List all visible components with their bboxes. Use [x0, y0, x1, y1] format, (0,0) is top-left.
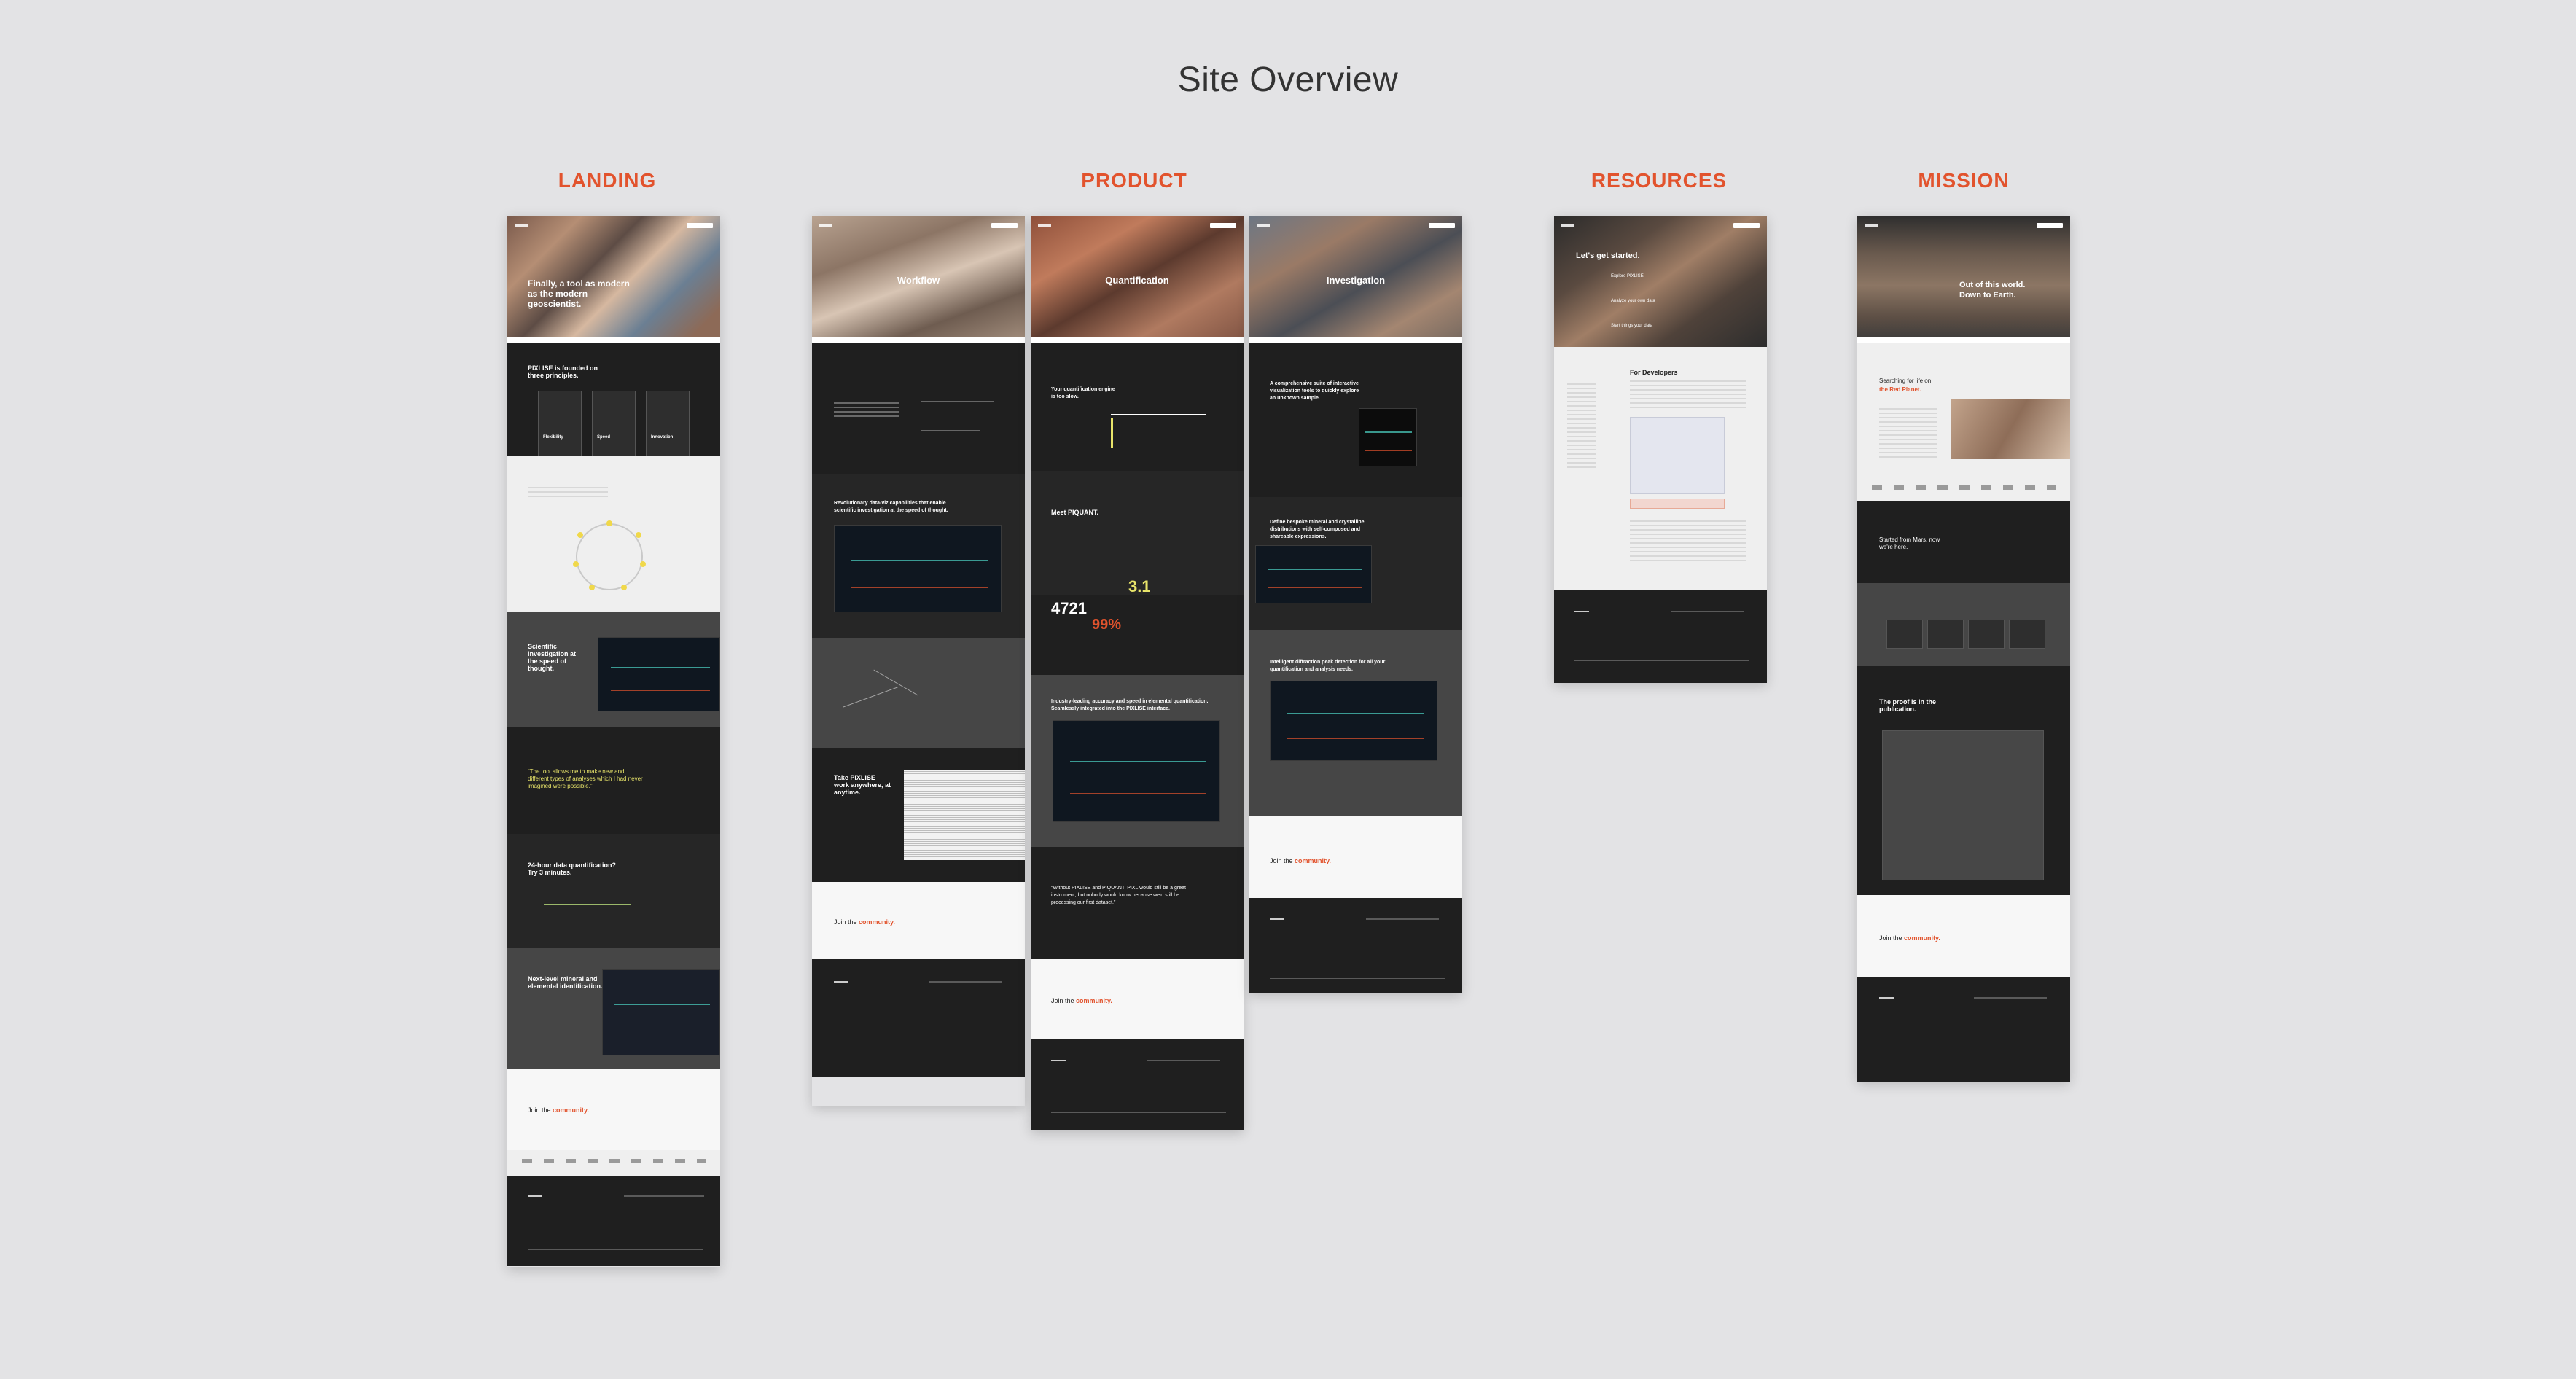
step-item[interactable]: Explore PIXLISE	[1611, 273, 1644, 280]
mission-started-text: Started from Mars, now we're here.	[1879, 536, 1940, 550]
investigation-diffraction-text: Intelligent diffraction peak detection f…	[1270, 660, 1386, 672]
resources-hero-title: Let's get started.	[1576, 251, 1640, 260]
section-label-mission: MISSION	[1918, 169, 2010, 192]
workflow-speed-text: Revolutionary data-viz capabilities that…	[834, 501, 948, 513]
mission-proof-title: The proof is in the publication.	[1879, 698, 1936, 713]
orbit-diagram	[576, 523, 643, 590]
quant-engine-text: Your quantification engine is too slow.	[1051, 387, 1115, 399]
site-footer	[1031, 1039, 1244, 1130]
developers-title: For Developers	[1630, 369, 1678, 376]
page-title: Site Overview	[1177, 60, 1399, 99]
mission-search-highlight: the Red Planet.	[1879, 386, 1921, 393]
site-footer	[812, 959, 1025, 1077]
testimonial-quote: “Without PIXLISE and PIQUANT, PIXL would…	[1051, 886, 1186, 905]
product-quantification-thumbnail[interactable]: Quantification Your quantification engin…	[1031, 216, 1244, 1130]
quant-accuracy-text: Industry-leading accuracy and speed in e…	[1051, 699, 1209, 711]
step-item[interactable]: Start things your data	[1611, 322, 1652, 329]
landing-orbit-section	[507, 456, 720, 612]
nav-bar	[515, 223, 713, 229]
quantification-hero-title: Quantification	[1105, 275, 1169, 286]
meet-piquant: Meet PIQUANT.	[1051, 509, 1099, 516]
workflow-share-text: Take PIXLISE work anywhere, at anytime.	[834, 774, 891, 796]
docs-sidebar	[1567, 383, 1596, 471]
resources-page-thumbnail[interactable]: Let's get started. Explore PIXLISE Analy…	[1554, 216, 1767, 683]
join-community-link[interactable]: community.	[1295, 857, 1331, 864]
publications-grid	[1882, 730, 2044, 880]
investigation-hero-title: Investigation	[1326, 275, 1386, 286]
investigation-define-text: Define bespoke mineral and crystalline d…	[1270, 520, 1365, 539]
landing-identification-section: Next-level mineral and elemental identif…	[507, 948, 720, 1069]
workflow-hero-title: Workflow	[897, 275, 940, 286]
data-table	[904, 770, 1025, 860]
app-screenshot	[1053, 720, 1220, 822]
site-footer	[1249, 898, 1462, 993]
product-investigation-thumbnail[interactable]: Investigation A comprehensive suite of i…	[1249, 216, 1462, 993]
product-workflow-thumbnail[interactable]: Workflow Revolutionary data-viz capabili…	[812, 216, 1025, 1106]
join-prefix: Join the	[528, 1106, 553, 1114]
principles-title: PIXLISE is founded on three principles.	[528, 364, 598, 379]
site-footer	[507, 1176, 720, 1266]
stat-value: 99%	[1092, 617, 1122, 633]
landing-hero-title: Finally, a tool as modern as the modern …	[528, 278, 630, 309]
landing-principles-section: PIXLISE is founded on three principles. …	[507, 343, 720, 456]
partner-logos	[507, 1150, 720, 1176]
landing-join-section: Join the community.	[507, 1069, 720, 1150]
join-community-link[interactable]: community.	[1076, 997, 1112, 1004]
testimonial-quote: “The tool allows me to make new and diff…	[528, 768, 643, 789]
section-label-product: PRODUCT	[1081, 169, 1187, 192]
join-community-link[interactable]: community.	[1904, 934, 1940, 942]
stat-value: 3.1	[1128, 577, 1151, 595]
mission-search-text: Searching for life on	[1879, 378, 1932, 384]
stat-value: 4721	[1051, 599, 1087, 617]
landing-speed-section: Scientific investigation at the speed of…	[507, 612, 720, 727]
join-community-link[interactable]: community.	[859, 918, 895, 926]
app-screenshot	[834, 525, 1002, 612]
site-footer	[1857, 977, 2070, 1082]
app-screenshot	[1270, 681, 1437, 761]
section-label-resources: RESOURCES	[1591, 169, 1728, 192]
section-label-landing: LANDING	[558, 169, 657, 192]
landing-quote-section: “The tool allows me to make new and diff…	[507, 727, 720, 834]
code-block	[1630, 417, 1725, 494]
mission-page-thumbnail[interactable]: Out of this world. Down to Earth. Search…	[1857, 216, 2070, 1082]
principle-card: Speed	[592, 391, 636, 456]
mission-hero-title: Out of this world. Down to Earth.	[1959, 281, 2026, 300]
principle-card: Flexibility	[538, 391, 582, 456]
site-footer	[1554, 590, 1767, 683]
landing-hero: Finally, a tool as modern as the modern …	[507, 216, 720, 343]
rover-photo	[1951, 399, 2070, 459]
app-screenshot	[598, 637, 720, 711]
join-community-link[interactable]: community.	[553, 1106, 589, 1114]
node-graph	[1359, 408, 1417, 466]
step-item[interactable]: Analyze your own data	[1611, 297, 1655, 305]
identification-title: Next-level mineral and elemental identif…	[528, 975, 603, 990]
app-screenshot	[1255, 545, 1372, 603]
principle-card: Innovation	[646, 391, 690, 456]
investigation-suite-text: A comprehensive suite of interactive vis…	[1270, 381, 1359, 401]
landing-quant-section: 24-hour data quantification? Try 3 minut…	[507, 834, 720, 948]
speed-title: Scientific investigation at the speed of…	[528, 643, 577, 672]
quant-title: 24-hour data quantification? Try 3 minut…	[528, 862, 617, 876]
app-screenshot	[602, 969, 720, 1055]
landing-page-thumbnail[interactable]: Finally, a tool as modern as the modern …	[507, 216, 720, 1267]
